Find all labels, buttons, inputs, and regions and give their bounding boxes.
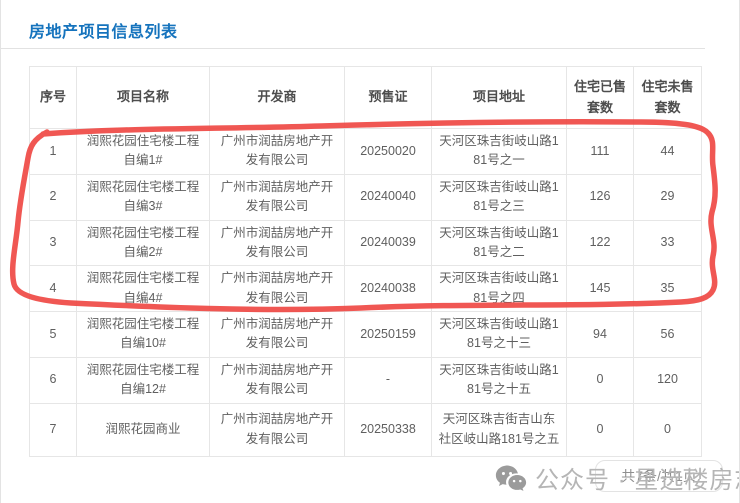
cell-developer: 广州市润喆房地产开发有限公司 (210, 403, 345, 456)
cell-units-sold: 111 (567, 129, 634, 175)
cell-developer: 广州市润喆房地产开发有限公司 (210, 220, 345, 266)
table-row: 3 润熙花园住宅楼工程自编2# 广州市润喆房地产开发有限公司 20240039 … (30, 220, 702, 266)
cell-index: 2 (30, 174, 77, 220)
cell-address: 天河区珠吉街岐山路181号之十五 (432, 357, 567, 403)
cell-presale-cert: 20250020 (345, 129, 432, 175)
table-row: 6 润熙花园住宅楼工程自编12# 广州市润喆房地产开发有限公司 - 天河区珠吉街… (30, 357, 702, 403)
cell-address: 天河区珠吉街岐山路181号之十三 (432, 312, 567, 358)
page-title: 房地产项目信息列表 (29, 18, 178, 42)
cell-units-unsold: 33 (634, 220, 702, 266)
cell-units-sold: 126 (567, 174, 634, 220)
cell-units-unsold: 56 (634, 312, 702, 358)
cell-developer: 广州市润喆房地产开发有限公司 (210, 174, 345, 220)
cell-presale-cert: 20250159 (345, 312, 432, 358)
table-row: 4 润熙花园住宅楼工程自编4# 广州市润喆房地产开发有限公司 20240038 … (30, 266, 702, 312)
cell-developer: 广州市润喆房地产开发有限公司 (210, 129, 345, 175)
table-row: 1 润熙花园住宅楼工程自编1# 广州市润喆房地产开发有限公司 20250020 … (30, 129, 702, 175)
header-presale-cert: 预售证 (345, 67, 432, 129)
cell-project-name: 润熙花园住宅楼工程自编12# (77, 357, 210, 403)
cell-index: 3 (30, 220, 77, 266)
cell-index: 6 (30, 357, 77, 403)
cell-units-sold: 94 (567, 312, 634, 358)
page: 房地产项目信息列表 序号 项目名称 开发商 预售证 项目地址 住宅已售套数 住宅… (0, 0, 740, 503)
cell-developer: 广州市润喆房地产开发有限公司 (210, 357, 345, 403)
cell-units-sold: 145 (567, 266, 634, 312)
cell-project-name: 润熙花园住宅楼工程自编1# (77, 129, 210, 175)
cell-address: 天河区珠吉街岐山路181号之三 (432, 174, 567, 220)
cell-units-unsold: 29 (634, 174, 702, 220)
cell-units-sold: 122 (567, 220, 634, 266)
header-index: 序号 (30, 67, 77, 129)
table-header: 序号 项目名称 开发商 预售证 项目地址 住宅已售套数 住宅未售套数 (30, 67, 702, 129)
cell-presale-cert: 20240040 (345, 174, 432, 220)
cell-index: 1 (30, 129, 77, 175)
cell-units-unsold: 120 (634, 357, 702, 403)
watermark-text: 公众号 · 星选楼房志 (535, 460, 740, 495)
cell-presale-cert: 20250338 (345, 403, 432, 456)
cell-address: 天河区珠吉街吉山东社区岐山路181号之五 (432, 403, 567, 456)
header-developer: 开发商 (210, 67, 345, 129)
wechat-icon (495, 463, 527, 493)
cell-address: 天河区珠吉街岐山路181号之二 (432, 220, 567, 266)
cell-address: 天河区珠吉街岐山路181号之四 (432, 266, 567, 312)
title-divider (1, 48, 705, 49)
cell-address: 天河区珠吉街岐山路181号之一 (432, 129, 567, 175)
header-units-sold: 住宅已售套数 (567, 67, 634, 129)
cell-units-unsold: 44 (634, 129, 702, 175)
cell-presale-cert: 20240039 (345, 220, 432, 266)
cell-presale-cert: 20240038 (345, 266, 432, 312)
cell-developer: 广州市润喆房地产开发有限公司 (210, 312, 345, 358)
watermark: 公众号 · 星选楼房志 (495, 460, 740, 495)
cell-index: 7 (30, 403, 77, 456)
projects-table: 序号 项目名称 开发商 预售证 项目地址 住宅已售套数 住宅未售套数 1 润熙花… (29, 66, 702, 457)
cell-index: 5 (30, 312, 77, 358)
cell-units-sold: 0 (567, 357, 634, 403)
table-row: 2 润熙花园住宅楼工程自编3# 广州市润喆房地产开发有限公司 20240040 … (30, 174, 702, 220)
header-project-name: 项目名称 (77, 67, 210, 129)
cell-developer: 广州市润喆房地产开发有限公司 (210, 266, 345, 312)
cell-units-sold: 0 (567, 403, 634, 456)
cell-project-name: 润熙花园住宅楼工程自编2# (77, 220, 210, 266)
cell-index: 4 (30, 266, 77, 312)
cell-project-name: 润熙花园商业 (77, 403, 210, 456)
cell-project-name: 润熙花园住宅楼工程自编10# (77, 312, 210, 358)
cell-project-name: 润熙花园住宅楼工程自编3# (77, 174, 210, 220)
header-row: 序号 项目名称 开发商 预售证 项目地址 住宅已售套数 住宅未售套数 (30, 67, 702, 129)
header-units-unsold: 住宅未售套数 (634, 67, 702, 129)
table-row: 7 润熙花园商业 广州市润喆房地产开发有限公司 20250338 天河区珠吉街吉… (30, 403, 702, 456)
table-body: 1 润熙花园住宅楼工程自编1# 广州市润喆房地产开发有限公司 20250020 … (30, 129, 702, 457)
cell-units-unsold: 35 (634, 266, 702, 312)
cell-project-name: 润熙花园住宅楼工程自编4# (77, 266, 210, 312)
cell-units-unsold: 0 (634, 403, 702, 456)
table-row: 5 润熙花园住宅楼工程自编10# 广州市润喆房地产开发有限公司 20250159… (30, 312, 702, 358)
cell-presale-cert: - (345, 357, 432, 403)
header-address: 项目地址 (432, 67, 567, 129)
